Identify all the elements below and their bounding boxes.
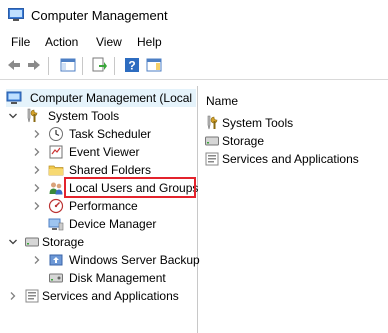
tree-item-performance[interactable]: Performance: [32, 197, 196, 215]
tree-item-computer-management[interactable]: Computer Management (Local: [6, 89, 196, 107]
users-icon: [49, 182, 63, 195]
tree-label: Services and Applications: [42, 289, 179, 303]
list-item[interactable]: Services and Applications: [204, 150, 384, 168]
tree-label: Performance: [69, 199, 138, 213]
list-item-label: Services and Applications: [222, 152, 359, 166]
services-icon: [25, 289, 39, 303]
disk-management-icon: [49, 273, 63, 283]
console-tree: Computer Management (Local System Tools …: [0, 86, 200, 333]
chevron-right-icon[interactable]: [32, 197, 42, 215]
tree-label: Windows Server Backup: [69, 253, 200, 267]
tree-item-event-viewer[interactable]: Event Viewer: [32, 143, 196, 161]
tree-item-system-tools[interactable]: System Tools: [8, 107, 196, 125]
menu-file[interactable]: File: [10, 35, 31, 49]
menu-help[interactable]: Help: [136, 35, 163, 49]
storage-icon: [205, 136, 219, 146]
tree-item-disk-management[interactable]: Disk Management: [32, 269, 196, 287]
tree-item-services-and-applications[interactable]: Services and Applications: [8, 287, 196, 305]
device-manager-icon: [48, 218, 64, 231]
list-item[interactable]: Storage: [204, 132, 384, 150]
clock-icon: [49, 127, 63, 141]
tree-label: Computer Management (Local: [30, 91, 193, 105]
tree-label: Event Viewer: [69, 145, 140, 159]
chevron-right-icon[interactable]: [32, 179, 42, 197]
details-pane: Name System Tools Storage Services and A…: [198, 86, 388, 333]
event-log-icon: [49, 145, 63, 159]
menu-action[interactable]: Action: [44, 35, 79, 49]
forward-arrow-icon[interactable]: [26, 57, 42, 73]
tree-item-storage[interactable]: Storage: [8, 233, 196, 251]
show-hide-console-tree-icon[interactable]: [60, 57, 76, 73]
toolbar-separator: [114, 57, 115, 75]
help-icon[interactable]: ?: [124, 57, 140, 73]
toolbar: ?: [0, 53, 388, 80]
tree-label: System Tools: [48, 109, 120, 123]
tree-item-task-scheduler[interactable]: Task Scheduler: [32, 125, 196, 143]
list-item-label: System Tools: [222, 116, 294, 130]
toolbar-separator: [48, 57, 49, 75]
title-bar: Computer Management: [0, 0, 388, 32]
menu-view[interactable]: View: [95, 35, 123, 49]
chevron-right-icon[interactable]: [32, 143, 42, 161]
services-icon: [205, 152, 219, 166]
tools-icon: [27, 108, 38, 123]
export-list-icon[interactable]: [92, 57, 108, 73]
chevron-down-icon[interactable]: [8, 107, 18, 125]
list-item[interactable]: System Tools: [204, 114, 384, 132]
tree-label: Disk Management: [69, 271, 166, 285]
show-hide-action-pane-icon[interactable]: [146, 57, 162, 73]
tree-label: Task Scheduler: [69, 127, 152, 141]
computer-management-icon: [6, 91, 22, 104]
backup-icon: [49, 254, 63, 266]
tools-icon: [207, 115, 218, 130]
window-title: Computer Management: [31, 8, 168, 23]
column-header-name[interactable]: Name: [206, 94, 238, 108]
computer-management-icon: [8, 8, 24, 21]
toolbar-separator: [82, 57, 83, 75]
svg-text:?: ?: [128, 59, 135, 73]
performance-icon: [48, 198, 64, 214]
chevron-right-icon[interactable]: [8, 287, 18, 305]
chevron-right-icon[interactable]: [32, 125, 42, 143]
annotation-highlight-box: [64, 177, 196, 198]
tree-label: Storage: [42, 235, 85, 249]
chevron-right-icon[interactable]: [32, 251, 42, 269]
tree-item-windows-server-backup[interactable]: Windows Server Backup: [32, 251, 200, 269]
list-item-label: Storage: [222, 134, 265, 148]
back-arrow-icon[interactable]: [6, 57, 22, 73]
chevron-down-icon[interactable]: [8, 233, 18, 251]
tree-label: Device Manager: [69, 217, 157, 231]
shared-folder-icon: [48, 165, 64, 176]
tree-item-device-manager[interactable]: Device Manager: [32, 215, 196, 233]
chevron-right-icon[interactable]: [32, 161, 42, 179]
menu-bar: File Action View Help: [0, 32, 388, 53]
storage-icon: [25, 237, 39, 247]
